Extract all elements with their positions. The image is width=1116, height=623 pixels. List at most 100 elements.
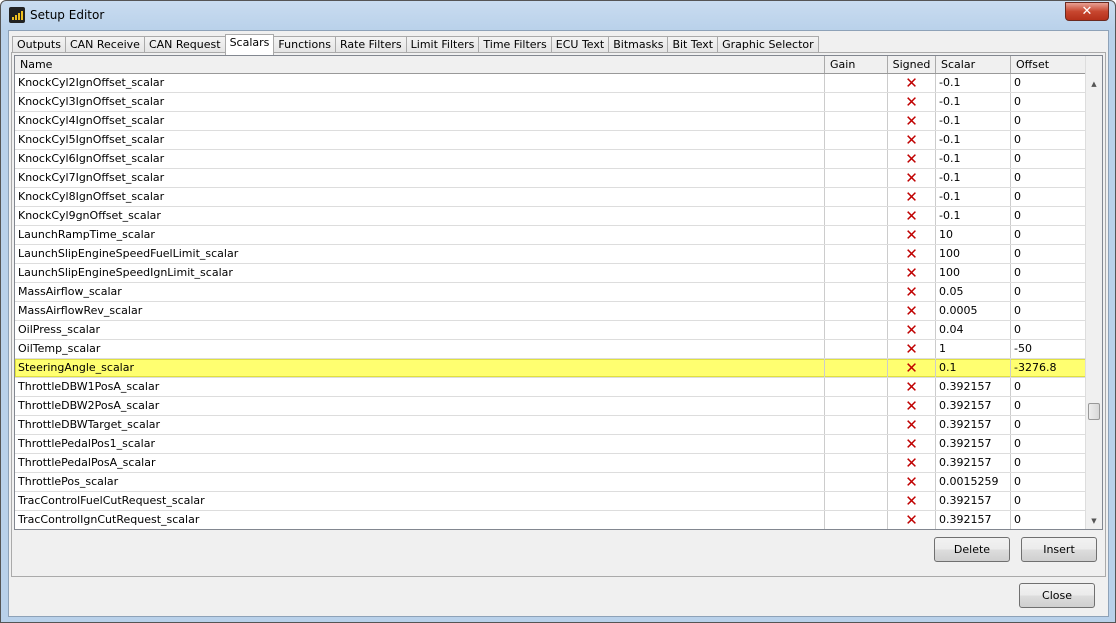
offset-cell[interactable]: 0	[1011, 226, 1086, 244]
table-row[interactable]: TracControlIgnCutRequest_scalar ✕ 0.392157…	[15, 511, 1102, 529]
table-row[interactable]: KnockCyl4IgnOffset_scalar ✕ -0.1 0	[15, 112, 1102, 131]
offset-cell[interactable]: 0	[1011, 492, 1086, 510]
name-cell[interactable]: ThrottleDBWTarget_scalar	[15, 416, 825, 434]
scalar-cell[interactable]: -0.1	[936, 188, 1011, 206]
gain-cell[interactable]	[825, 340, 888, 358]
table-row[interactable]: TracControlFuelCutRequest_scalar ✕ 0.39215…	[15, 492, 1102, 511]
name-cell[interactable]: MassAirflow_scalar	[15, 283, 825, 301]
gain-cell[interactable]	[825, 454, 888, 472]
table-row[interactable]: SteeringAngle_scalar ✕ 0.1 -3276.8	[15, 359, 1102, 378]
name-cell[interactable]: OilPress_scalar	[15, 321, 825, 339]
offset-cell[interactable]: 0	[1011, 397, 1086, 415]
gain-cell[interactable]	[825, 93, 888, 111]
name-cell[interactable]: KnockCyl4IgnOffset_scalar	[15, 112, 825, 130]
table-row[interactable]: KnockCyl3IgnOffset_scalar ✕ -0.1 0	[15, 93, 1102, 112]
name-cell[interactable]: MassAirflowRev_scalar	[15, 302, 825, 320]
signed-cell[interactable]: ✕	[888, 169, 936, 187]
signed-cell[interactable]: ✕	[888, 112, 936, 130]
signed-cell[interactable]: ✕	[888, 131, 936, 149]
scalar-cell[interactable]: 100	[936, 264, 1011, 282]
table-row[interactable]: ThrottleDBW2PosA_scalar ✕ 0.392157 0	[15, 397, 1102, 416]
offset-cell[interactable]: 0	[1011, 207, 1086, 225]
offset-cell[interactable]: 0	[1011, 416, 1086, 434]
scalar-cell[interactable]: 0.1	[936, 359, 1011, 377]
signed-cell[interactable]: ✕	[888, 226, 936, 244]
gain-cell[interactable]	[825, 112, 888, 130]
table-row[interactable]: ThrottlePedalPosA_scalar ✕ 0.392157 0	[15, 454, 1102, 473]
signed-cell[interactable]: ✕	[888, 473, 936, 491]
table-row[interactable]: KnockCyl5IgnOffset_scalar ✕ -0.1 0	[15, 131, 1102, 150]
scalar-cell[interactable]: 0.392157	[936, 492, 1011, 510]
table-row[interactable]: ThrottleDBW1PosA_scalar ✕ 0.392157 0	[15, 378, 1102, 397]
table-row[interactable]: KnockCyl7IgnOffset_scalar ✕ -0.1 0	[15, 169, 1102, 188]
column-header-scalar[interactable]: Scalar	[936, 56, 1011, 73]
signed-cell[interactable]: ✕	[888, 74, 936, 92]
name-cell[interactable]: LaunchRampTime_scalar	[15, 226, 825, 244]
signed-cell[interactable]: ✕	[888, 492, 936, 510]
name-cell[interactable]: ThrottleDBW2PosA_scalar	[15, 397, 825, 415]
table-row[interactable]: OilTemp_scalar ✕ 1 -50	[15, 340, 1102, 359]
scalar-cell[interactable]: 0.392157	[936, 378, 1011, 396]
scalar-cell[interactable]: 0.392157	[936, 416, 1011, 434]
table-row[interactable]: LaunchRampTime_scalar ✕ 10 0	[15, 226, 1102, 245]
offset-cell[interactable]: 0	[1011, 378, 1086, 396]
scrollbar-thumb[interactable]	[1088, 403, 1100, 420]
table-row[interactable]: ThrottleDBWTarget_scalar ✕ 0.392157 0	[15, 416, 1102, 435]
name-cell[interactable]: KnockCyl8IgnOffset_scalar	[15, 188, 825, 206]
scalar-cell[interactable]: -0.1	[936, 131, 1011, 149]
name-cell[interactable]: KnockCyl9gnOffset_scalar	[15, 207, 825, 225]
offset-cell[interactable]: 0	[1011, 473, 1086, 491]
gain-cell[interactable]	[825, 492, 888, 510]
gain-cell[interactable]	[825, 416, 888, 434]
signed-cell[interactable]: ✕	[888, 207, 936, 225]
close-button[interactable]: Close	[1019, 583, 1095, 608]
name-cell[interactable]: ThrottleDBW1PosA_scalar	[15, 378, 825, 396]
offset-cell[interactable]: 0	[1011, 302, 1086, 320]
offset-cell[interactable]: 0	[1011, 150, 1086, 168]
table-row[interactable]: KnockCyl6IgnOffset_scalar ✕ -0.1 0	[15, 150, 1102, 169]
offset-cell[interactable]: 0	[1011, 264, 1086, 282]
signed-cell[interactable]: ✕	[888, 321, 936, 339]
gain-cell[interactable]	[825, 74, 888, 92]
gain-cell[interactable]	[825, 511, 888, 529]
scalar-cell[interactable]: -0.1	[936, 93, 1011, 111]
signed-cell[interactable]: ✕	[888, 188, 936, 206]
signed-cell[interactable]: ✕	[888, 397, 936, 415]
window-close-button[interactable]: ✕	[1065, 2, 1109, 21]
offset-cell[interactable]: 0	[1011, 188, 1086, 206]
scalar-cell[interactable]: 10	[936, 226, 1011, 244]
scalar-cell[interactable]: 100	[936, 245, 1011, 263]
name-cell[interactable]: KnockCyl5IgnOffset_scalar	[15, 131, 825, 149]
column-header-signed[interactable]: Signed	[888, 56, 936, 73]
name-cell[interactable]: TracControlIgnCutRequest_scalar	[15, 511, 825, 529]
column-header-name[interactable]: Name	[15, 56, 825, 73]
scroll-up-arrow-icon[interactable]: ▲	[1086, 76, 1102, 92]
offset-cell[interactable]: 0	[1011, 74, 1086, 92]
table-row[interactable]: OilPress_scalar ✕ 0.04 0	[15, 321, 1102, 340]
column-header-offset[interactable]: Offset	[1011, 56, 1086, 73]
table-row[interactable]: LaunchSlipEngineSpeedIgnLimit_scalar ✕ 100…	[15, 264, 1102, 283]
gain-cell[interactable]	[825, 397, 888, 415]
gain-cell[interactable]	[825, 473, 888, 491]
scalar-cell[interactable]: 1	[936, 340, 1011, 358]
scalar-cell[interactable]: 0.05	[936, 283, 1011, 301]
gain-cell[interactable]	[825, 245, 888, 263]
table-row[interactable]: MassAirflowRev_scalar ✕ 0.0005 0	[15, 302, 1102, 321]
scalar-cell[interactable]: -0.1	[936, 150, 1011, 168]
name-cell[interactable]: KnockCyl6IgnOffset_scalar	[15, 150, 825, 168]
name-cell[interactable]: OilTemp_scalar	[15, 340, 825, 358]
gain-cell[interactable]	[825, 264, 888, 282]
offset-cell[interactable]: 0	[1011, 112, 1086, 130]
signed-cell[interactable]: ✕	[888, 416, 936, 434]
name-cell[interactable]: ThrottlePedalPos1_scalar	[15, 435, 825, 453]
name-cell[interactable]: KnockCyl3IgnOffset_scalar	[15, 93, 825, 111]
gain-cell[interactable]	[825, 321, 888, 339]
gain-cell[interactable]	[825, 302, 888, 320]
vertical-scrollbar[interactable]: ▲ ▼	[1085, 56, 1102, 529]
signed-cell[interactable]: ✕	[888, 93, 936, 111]
gain-cell[interactable]	[825, 378, 888, 396]
tab-scalars[interactable]: Scalars	[224, 34, 275, 55]
column-header-gain[interactable]: Gain	[825, 56, 888, 73]
signed-cell[interactable]: ✕	[888, 264, 936, 282]
scalar-cell[interactable]: 0.392157	[936, 454, 1011, 472]
